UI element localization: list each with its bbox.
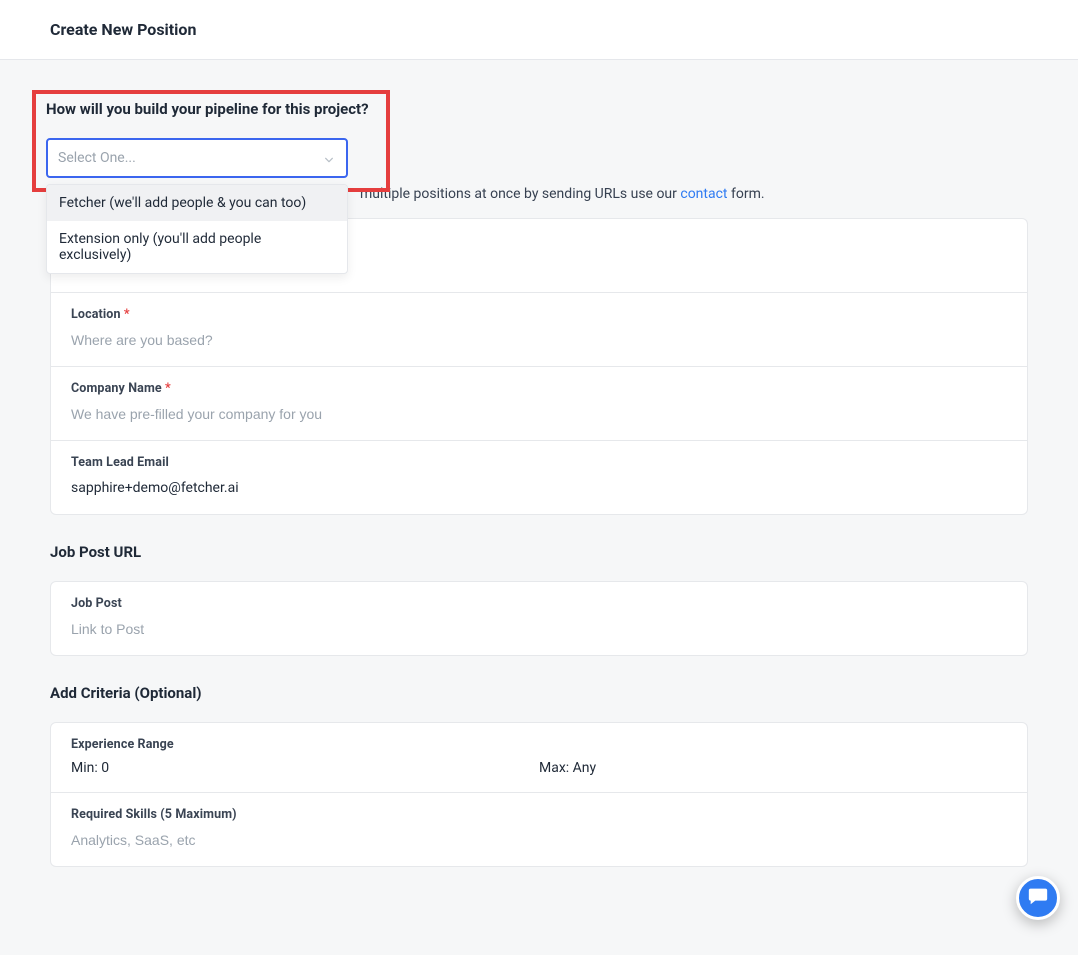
team-lead-email-field: Team Lead Email sapphire+demo@fetcher.ai: [51, 441, 1027, 514]
chat-button[interactable]: [1016, 876, 1060, 920]
company-input[interactable]: [71, 404, 1007, 424]
required-skills-field: Required Skills (5 Maximum): [51, 793, 1027, 866]
pipeline-select-wrap: Select One... Fetcher (we'll add people …: [46, 138, 348, 178]
chevron-down-icon: [324, 153, 334, 163]
content-area: How will you build your pipeline for thi…: [0, 60, 1078, 955]
job-post-field: Job Post: [51, 582, 1027, 655]
page-header: Create New Position: [0, 0, 1078, 60]
required-skills-label: Required Skills (5 Maximum): [71, 807, 1007, 822]
criteria-section-title: Add Criteria (Optional): [50, 684, 1028, 702]
pipeline-select-placeholder: Select One...: [58, 150, 136, 166]
company-label: Company Name *: [71, 381, 1007, 396]
pipeline-dropdown: Fetcher (we'll add people & you can too)…: [46, 184, 348, 274]
experience-max[interactable]: Max: Any: [539, 760, 1007, 776]
team-lead-email-value: sapphire+demo@fetcher.ai: [71, 478, 1007, 498]
pipeline-option-extension[interactable]: Extension only (you'll add people exclus…: [47, 221, 347, 273]
experience-min[interactable]: Min: 0: [71, 760, 539, 776]
page-title: Create New Position: [50, 20, 1028, 39]
experience-range-field: Experience Range Min: 0 Max: Any: [51, 723, 1027, 793]
job-post-input[interactable]: [71, 619, 1007, 639]
pipeline-option-fetcher[interactable]: Fetcher (we'll add people & you can too): [47, 185, 347, 221]
pipeline-highlight: How will you build your pipeline for thi…: [32, 90, 390, 192]
required-asterisk: *: [124, 307, 130, 322]
pipeline-question: How will you build your pipeline for thi…: [46, 100, 376, 118]
required-skills-input[interactable]: [71, 830, 1007, 850]
company-label-text: Company Name: [71, 381, 162, 396]
company-field: Company Name *: [51, 367, 1027, 441]
location-label: Location *: [71, 307, 1007, 322]
criteria-card: Experience Range Min: 0 Max: Any Require…: [50, 722, 1028, 867]
pipeline-select[interactable]: Select One...: [46, 138, 348, 178]
job-post-section-title: Job Post URL: [50, 543, 1028, 561]
experience-range-row: Min: 0 Max: Any: [71, 760, 1007, 776]
hint-suffix: form.: [728, 186, 765, 202]
hint-text-tail: multiple positions at once by sending UR…: [360, 186, 680, 202]
job-post-label: Job Post: [71, 596, 1007, 611]
required-asterisk: *: [165, 381, 171, 396]
team-lead-email-label: Team Lead Email: [71, 455, 1007, 470]
chat-icon: [1027, 885, 1049, 911]
location-field: Location *: [51, 293, 1027, 367]
contact-link[interactable]: contact: [680, 186, 727, 202]
location-input[interactable]: [71, 330, 1007, 350]
job-post-card: Job Post: [50, 581, 1028, 656]
experience-range-label: Experience Range: [71, 737, 1007, 752]
bulk-upload-hint: multiple positions at once by sending UR…: [360, 186, 1028, 202]
location-label-text: Location: [71, 307, 121, 322]
